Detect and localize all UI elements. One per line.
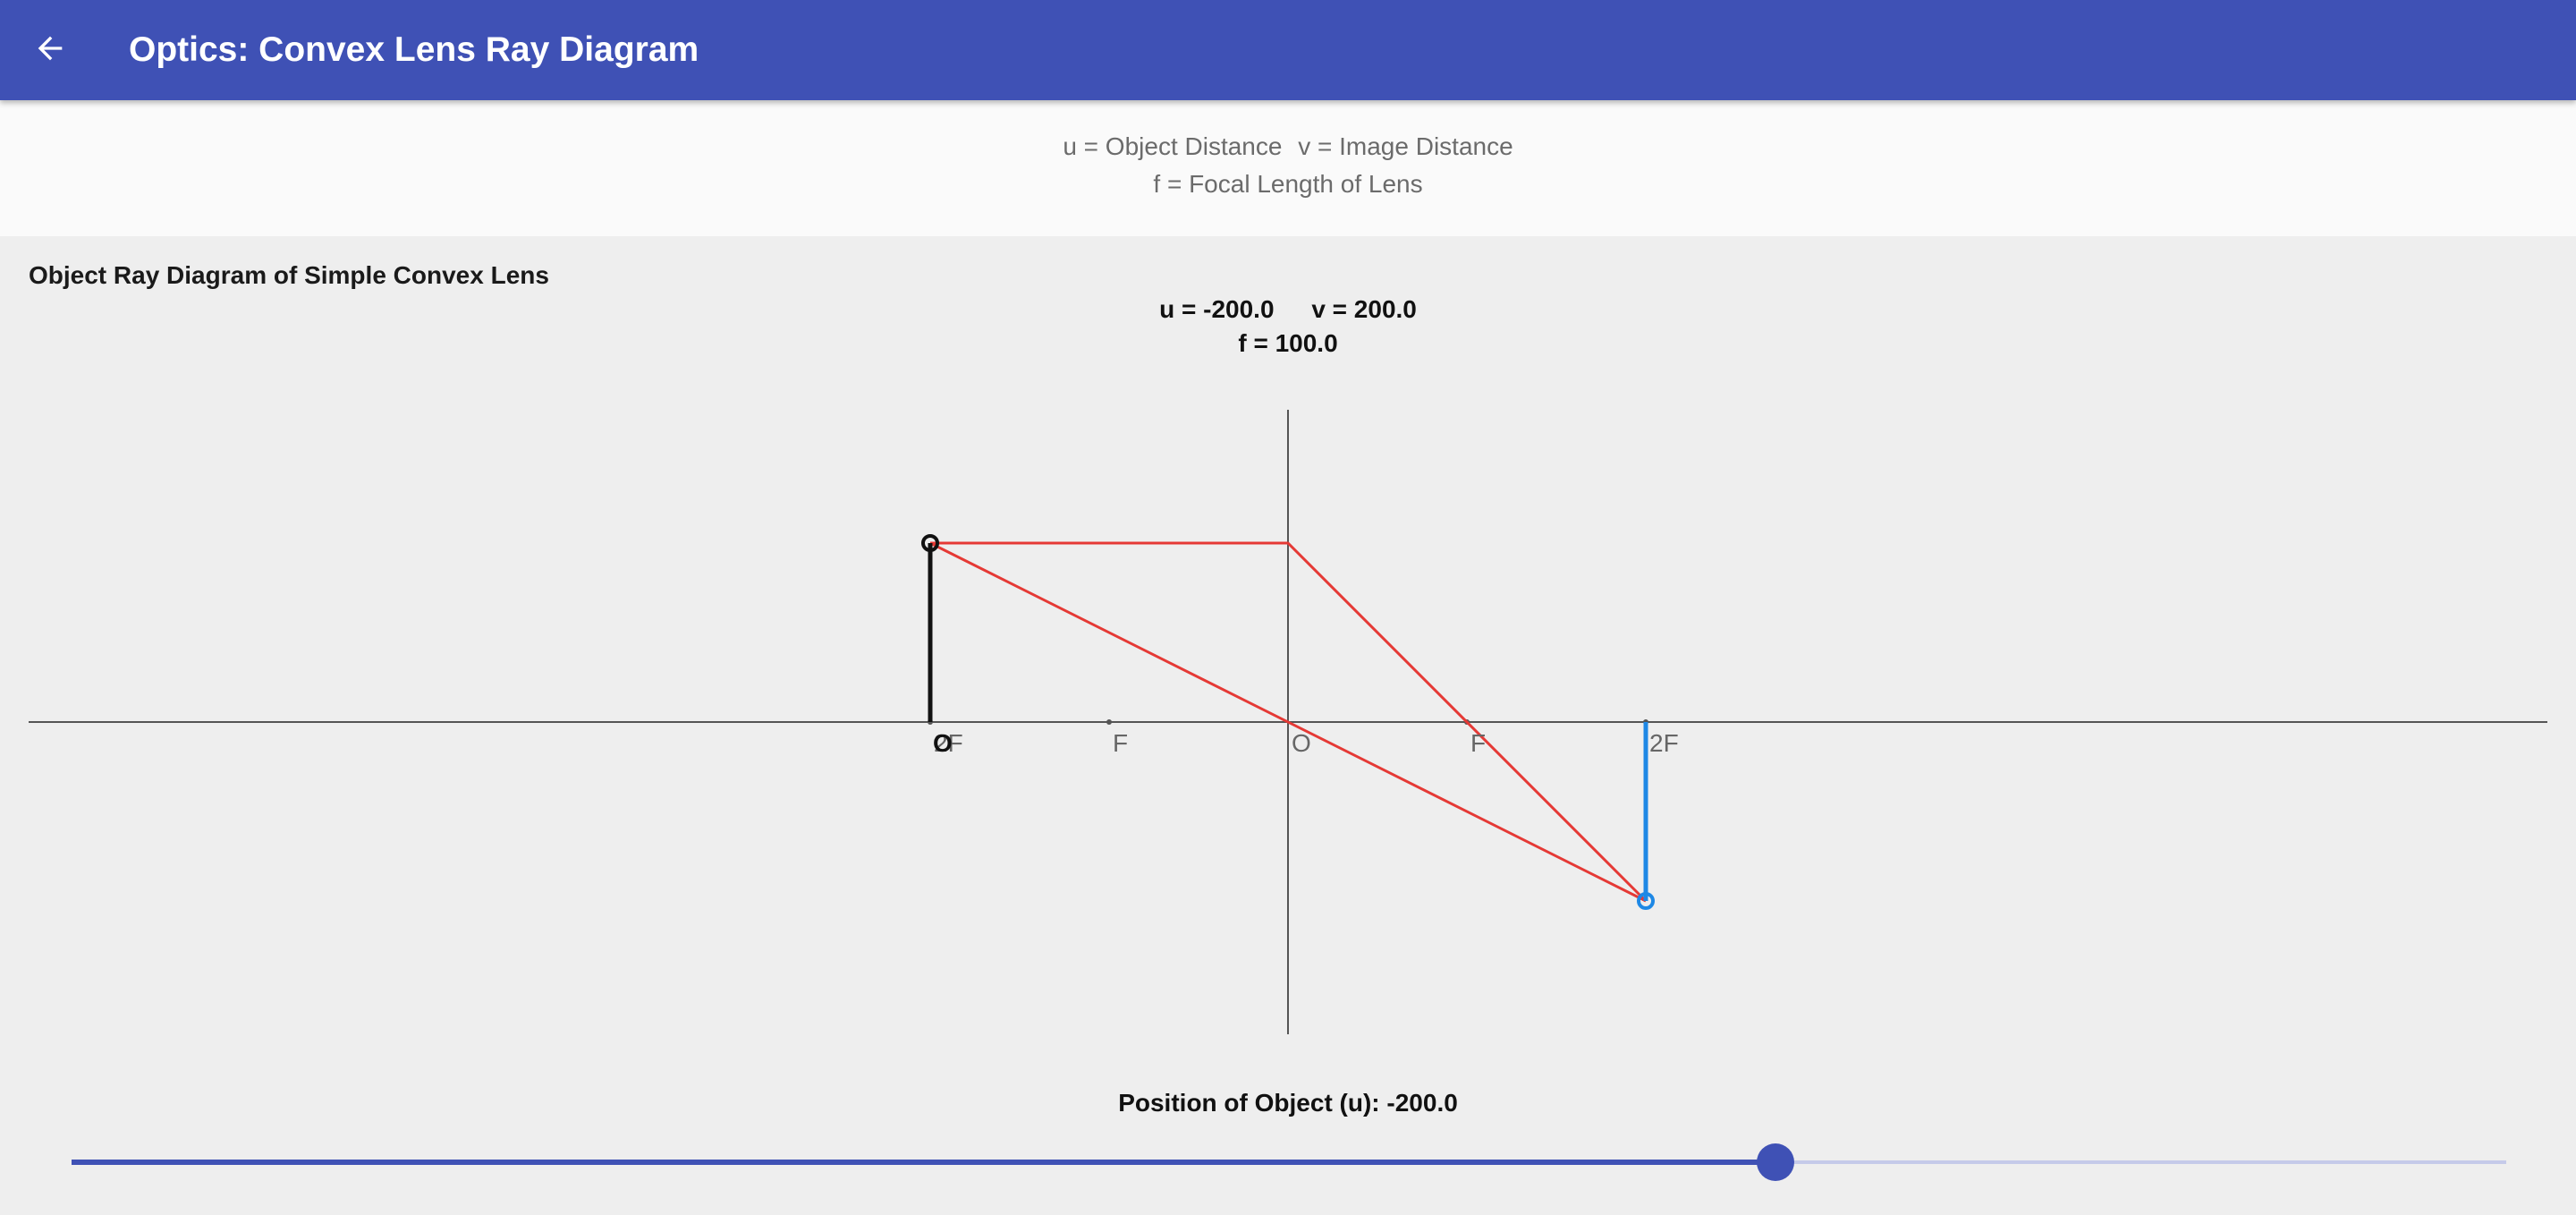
slider-thumb[interactable] <box>1757 1143 1795 1181</box>
app-title: Optics: Convex Lens Ray Diagram <box>129 30 699 69</box>
focal-point-2 <box>1464 719 1470 725</box>
legend-u-definition: u = Object Distance <box>1063 132 1283 160</box>
focal-point-1 <box>1106 719 1112 725</box>
legend-v-definition: v = Image Distance <box>1298 132 1513 160</box>
label-f-right: F <box>1470 729 1486 757</box>
focal-point-0 <box>928 719 933 725</box>
object-handle <box>921 534 939 552</box>
label-f-left: F <box>1113 729 1128 757</box>
legend-panel: u = Object Distance v = Image Distance f… <box>0 100 2576 236</box>
u-value-text: u = -200.0 <box>1159 295 1275 323</box>
label-2f-left: 2F <box>934 729 963 757</box>
diagram-section-title: Object Ray Diagram of Simple Convex Lens <box>29 261 549 289</box>
slider-fill <box>72 1160 1776 1165</box>
label-2f-right: 2F <box>1649 729 1679 757</box>
object-position-slider[interactable] <box>72 1143 2506 1181</box>
f-value-text: f = 100.0 <box>1238 329 1338 357</box>
label-optical-center: O <box>1292 729 1311 757</box>
legend-f-definition: f = Focal Length of Lens <box>1153 170 1423 198</box>
focal-point-3 <box>1643 719 1648 725</box>
parallel-ray <box>930 541 1648 903</box>
back-button[interactable] <box>16 14 84 82</box>
image-handle <box>1637 892 1655 910</box>
v-value-text: v = 200.0 <box>1311 295 1417 323</box>
arrow-left-icon <box>38 36 63 61</box>
app-bar: Optics: Convex Lens Ray Diagram <box>0 0 2576 100</box>
label-object: O <box>933 729 953 757</box>
slider-label: Position of Object (u): -200.0 <box>1118 1089 1458 1117</box>
central-ray <box>929 541 1647 903</box>
